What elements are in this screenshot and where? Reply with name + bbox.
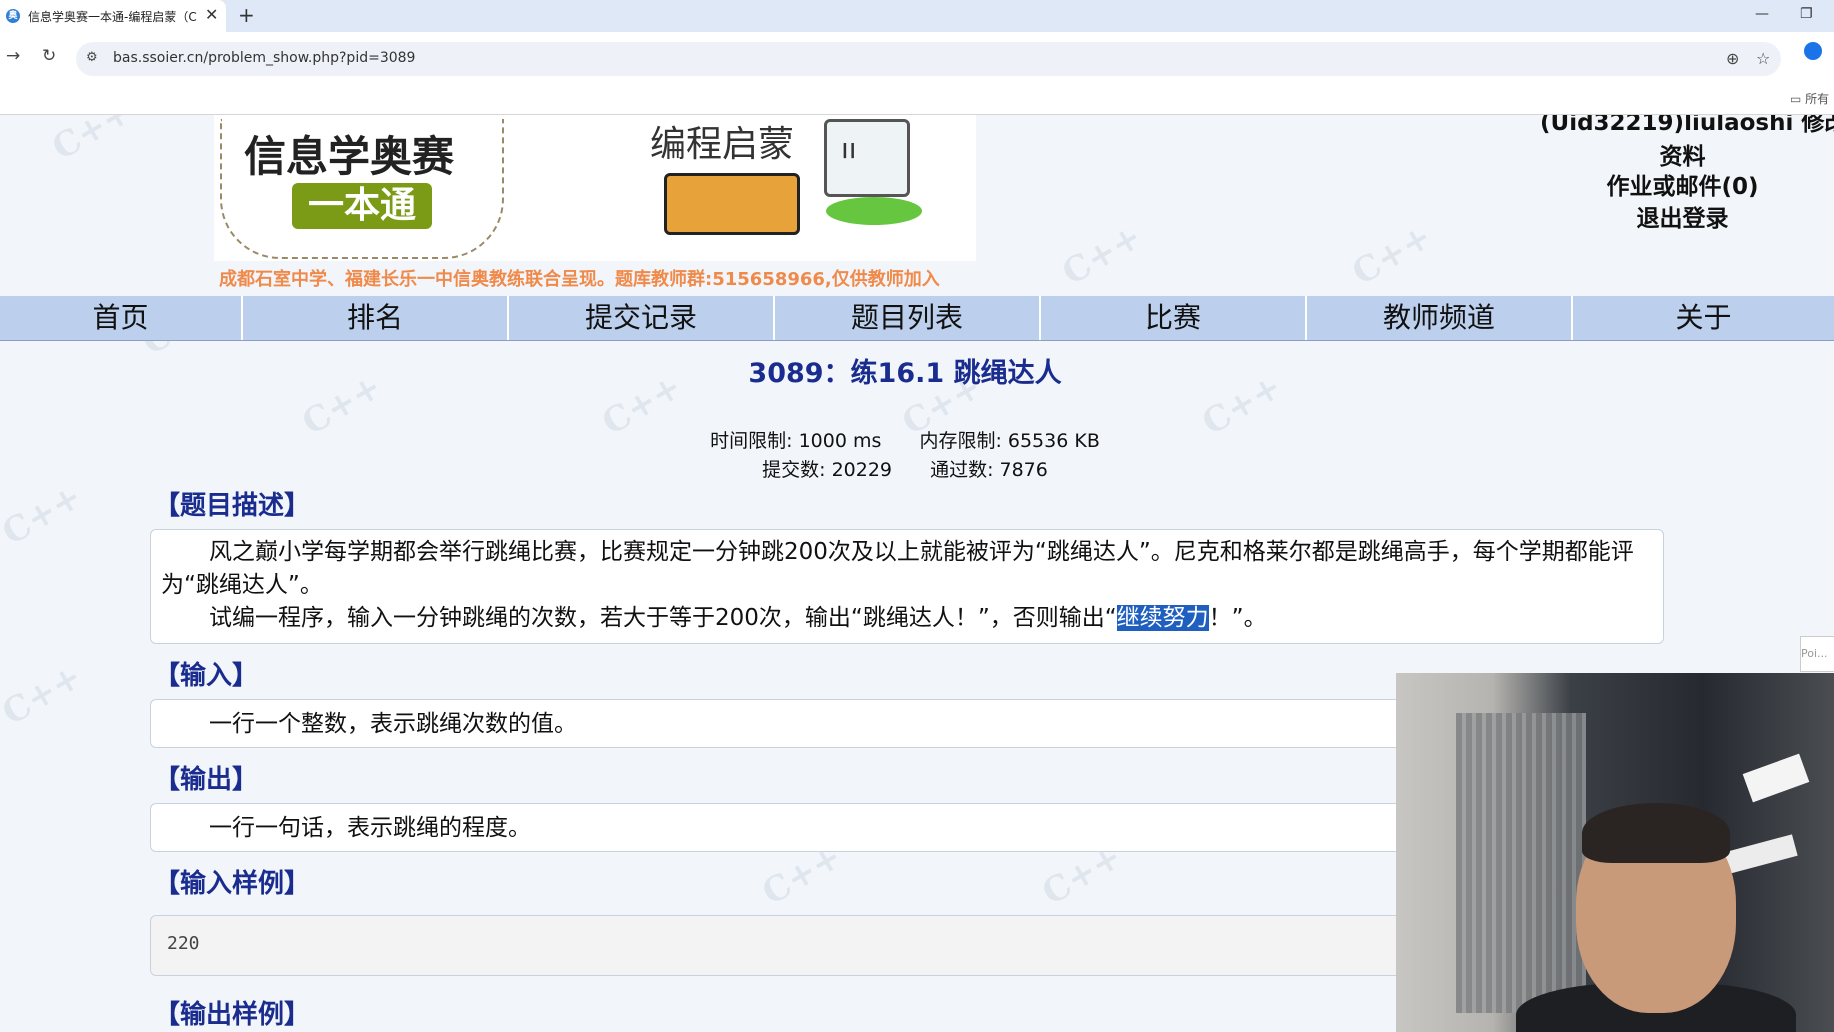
tab-close-icon[interactable]: ✕ bbox=[205, 5, 218, 24]
back-icon[interactable]: → bbox=[6, 46, 20, 66]
nav-problem-list[interactable]: 题目列表 bbox=[775, 296, 1041, 340]
watermark-glyph: C++ bbox=[1055, 216, 1149, 294]
accepted-count: 通过数: 7876 bbox=[930, 459, 1048, 481]
logo-title: 信息学奥赛 bbox=[244, 132, 455, 181]
profile-link[interactable]: 资料 bbox=[1520, 137, 1834, 171]
site-favicon-icon: 奥 bbox=[6, 9, 20, 23]
browser-tab[interactable]: 奥 信息学奥赛一本通-编程启蒙（C ✕ bbox=[0, 0, 226, 32]
logout-link[interactable]: 退出登录 bbox=[1520, 199, 1834, 233]
minimize-icon[interactable]: — bbox=[1755, 6, 1769, 22]
sample-output-heading: 【输出样例】 bbox=[154, 1000, 311, 1030]
new-tab-button[interactable]: + bbox=[238, 3, 255, 27]
time-limit: 时间限制: 1000 ms bbox=[710, 430, 882, 452]
webcam-person-hair bbox=[1582, 803, 1730, 863]
selected-text: 继续努力 bbox=[1116, 605, 1209, 631]
browser-tab-bar: 奥 信息学奥赛一本通-编程启蒙（C ✕ + — ❐ bbox=[0, 0, 1834, 32]
nav-home[interactable]: 首页 bbox=[0, 296, 243, 340]
memory-limit: 内存限制: 65536 KB bbox=[919, 430, 1100, 452]
watermark-glyph: C++ bbox=[0, 656, 89, 734]
url-omnibox[interactable]: ⚙ bas.ssoier.cn/problem_show.php?pid=308… bbox=[76, 42, 1781, 76]
homework-mail-link[interactable]: 作业或邮件(0) bbox=[1520, 167, 1834, 201]
side-panel-stub[interactable]: Poi... bbox=[1800, 636, 1834, 672]
nav-contest[interactable]: 比赛 bbox=[1041, 296, 1307, 340]
all-bookmarks-label: 所有 bbox=[1805, 92, 1830, 106]
webcam-window-blind bbox=[1456, 713, 1586, 1013]
monitor-icon: ıı bbox=[824, 119, 910, 197]
description-paragraph-1: 风之巅小学每学期都会举行跳绳比赛，比赛规定一分钟跳200次及以上就能被评为“跳绳… bbox=[161, 539, 1634, 598]
logo-right-title: 编程启蒙 bbox=[650, 124, 795, 165]
input-heading: 【输入】 bbox=[154, 661, 259, 691]
nav-teacher-channel[interactable]: 教师频道 bbox=[1307, 296, 1573, 340]
all-bookmarks-folder[interactable]: ▭ 所有 bbox=[1790, 90, 1829, 107]
site-logo-banner[interactable]: 信息学奥赛 一本通 编程启蒙 ıı bbox=[214, 115, 976, 261]
nav-ranking[interactable]: 排名 bbox=[243, 296, 509, 340]
watermark-glyph: C++ bbox=[0, 476, 89, 554]
tab-title: 信息学奥赛一本通-编程启蒙（C bbox=[28, 10, 197, 24]
star-icon[interactable]: ☆ bbox=[1756, 49, 1770, 68]
webcam-overlay bbox=[1396, 673, 1834, 1032]
description-box: 风之巅小学每学期都会举行跳绳比赛，比赛规定一分钟跳200次及以上就能被评为“跳绳… bbox=[150, 529, 1664, 644]
logo-subtitle: 一本通 bbox=[292, 183, 432, 229]
bookmarks-bar: ▭ 所有 bbox=[0, 84, 1834, 115]
nav-about[interactable]: 关于 bbox=[1573, 296, 1834, 340]
description-text: 试编一程序，输入一分钟跳绳的次数，若大于等于200次，输出“跳绳达人！”，否则输… bbox=[209, 605, 1117, 631]
restore-icon[interactable]: ❐ bbox=[1800, 6, 1813, 22]
problem-limits: 时间限制: 1000 ms 内存限制: 65536 KB bbox=[0, 426, 1810, 453]
site-tagline: 成都石室中学、福建长乐一中信奥教练联合呈现。题库教师群:515658966,仅供… bbox=[219, 269, 940, 290]
watermark-glyph: C++ bbox=[45, 115, 139, 169]
edit-link[interactable]: 修改 bbox=[1801, 115, 1834, 136]
url-text[interactable]: bas.ssoier.cn/problem_show.php?pid=3089 bbox=[113, 50, 415, 66]
output-heading: 【输出】 bbox=[154, 765, 259, 795]
monitor-stand-icon bbox=[826, 197, 922, 225]
description-heading: 【题目描述】 bbox=[154, 491, 311, 521]
watermark-glyph: C++ bbox=[1345, 216, 1439, 294]
keyboard-icon bbox=[664, 173, 800, 235]
problem-stats: 提交数: 20229 通过数: 7876 bbox=[0, 455, 1810, 482]
folder-icon: ▭ bbox=[1790, 92, 1802, 106]
sample-input-heading: 【输入样例】 bbox=[154, 869, 311, 899]
problem-title: 3089：练16.1 跳绳达人 bbox=[748, 358, 1062, 389]
user-name-line: (Uid32219)liulaoshi 修改 bbox=[1540, 115, 1834, 137]
zoom-icon[interactable]: ⊕ bbox=[1726, 49, 1739, 68]
nav-submissions[interactable]: 提交记录 bbox=[509, 296, 775, 340]
submission-count: 提交数: 20229 bbox=[762, 459, 893, 481]
user-name[interactable]: (Uid32219)liulaoshi bbox=[1540, 115, 1793, 136]
main-nav-bar: 首页 排名 提交记录 题目列表 比赛 教师频道 关于 bbox=[0, 296, 1834, 341]
profile-icon[interactable] bbox=[1804, 42, 1822, 60]
site-info-icon[interactable]: ⚙ bbox=[86, 50, 98, 65]
description-paragraph-2: 试编一程序，输入一分钟跳绳的次数，若大于等于200次，输出“跳绳达人！”，否则输… bbox=[161, 602, 1653, 635]
reload-icon[interactable]: ↻ bbox=[42, 46, 56, 66]
address-bar-row: → ↻ ⚙ bas.ssoier.cn/problem_show.php?pid… bbox=[0, 32, 1834, 84]
description-text-end: ！”。 bbox=[1208, 605, 1267, 631]
